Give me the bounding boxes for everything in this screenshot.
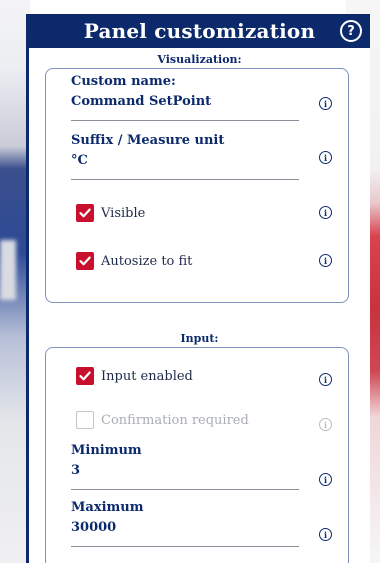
input-section-title: Input:: [180, 332, 219, 345]
suffix-label: Suffix / Measure unit: [71, 133, 225, 148]
confirmation-info-icon: i: [319, 418, 332, 431]
help-icon[interactable]: ?: [340, 20, 362, 42]
visible-label: Visible: [101, 205, 146, 221]
suffix-underline: [71, 179, 299, 180]
autosize-checkbox[interactable]: [76, 252, 94, 270]
suffix-field[interactable]: Suffix / Measure unit °C: [71, 133, 299, 180]
checkmark-icon: [79, 371, 91, 381]
maximum-value[interactable]: 30000: [71, 520, 299, 535]
maximum-field[interactable]: Maximum 30000: [71, 500, 299, 547]
input-enabled-checkbox-row[interactable]: Input enabled: [76, 367, 193, 385]
panel-title: Panel customization: [83, 19, 316, 43]
input-box: Input enabled i Confirmation required i …: [45, 347, 349, 563]
minimum-field[interactable]: Minimum 3: [71, 443, 299, 490]
autosize-label: Autosize to fit: [101, 253, 193, 269]
suffix-value[interactable]: °C: [71, 153, 299, 168]
visible-checkbox[interactable]: [76, 204, 94, 222]
panel-customization: Panel customization ? Visualization: Cus…: [26, 14, 370, 563]
confirmation-label: Confirmation required: [101, 412, 249, 428]
maximum-underline: [71, 546, 299, 547]
autosize-checkbox-row[interactable]: Autosize to fit: [76, 252, 192, 270]
maximum-label: Maximum: [71, 500, 144, 515]
input-enabled-info-icon[interactable]: i: [319, 373, 332, 386]
minimum-value[interactable]: 3: [71, 463, 299, 478]
input-enabled-checkbox[interactable]: [76, 367, 94, 385]
visible-info-icon[interactable]: i: [319, 206, 332, 219]
input-enabled-label: Input enabled: [101, 368, 193, 384]
checkmark-icon: [79, 256, 91, 266]
maximum-info-icon[interactable]: i: [319, 528, 332, 541]
visualization-section-title: Visualization:: [157, 53, 242, 66]
custom-name-field[interactable]: Custom name: Command SetPoint: [71, 74, 299, 121]
custom-name-value[interactable]: Command SetPoint: [71, 94, 299, 109]
confirmation-checkbox[interactable]: [76, 411, 94, 429]
minimum-info-icon[interactable]: i: [319, 473, 332, 486]
minimum-underline: [71, 489, 299, 490]
visualization-box: Custom name: Command SetPoint i Suffix /…: [45, 68, 349, 303]
minimum-label: Minimum: [71, 443, 142, 458]
suffix-info-icon[interactable]: i: [319, 151, 332, 164]
autosize-info-icon[interactable]: i: [319, 254, 332, 267]
confirmation-checkbox-row[interactable]: Confirmation required: [76, 411, 249, 429]
custom-name-label: Custom name:: [71, 74, 176, 89]
checkmark-icon: [79, 208, 91, 218]
custom-name-info-icon[interactable]: i: [319, 97, 332, 110]
custom-name-underline: [71, 120, 299, 121]
visible-checkbox-row[interactable]: Visible: [76, 204, 145, 222]
panel-header: Panel customization ?: [29, 14, 370, 48]
